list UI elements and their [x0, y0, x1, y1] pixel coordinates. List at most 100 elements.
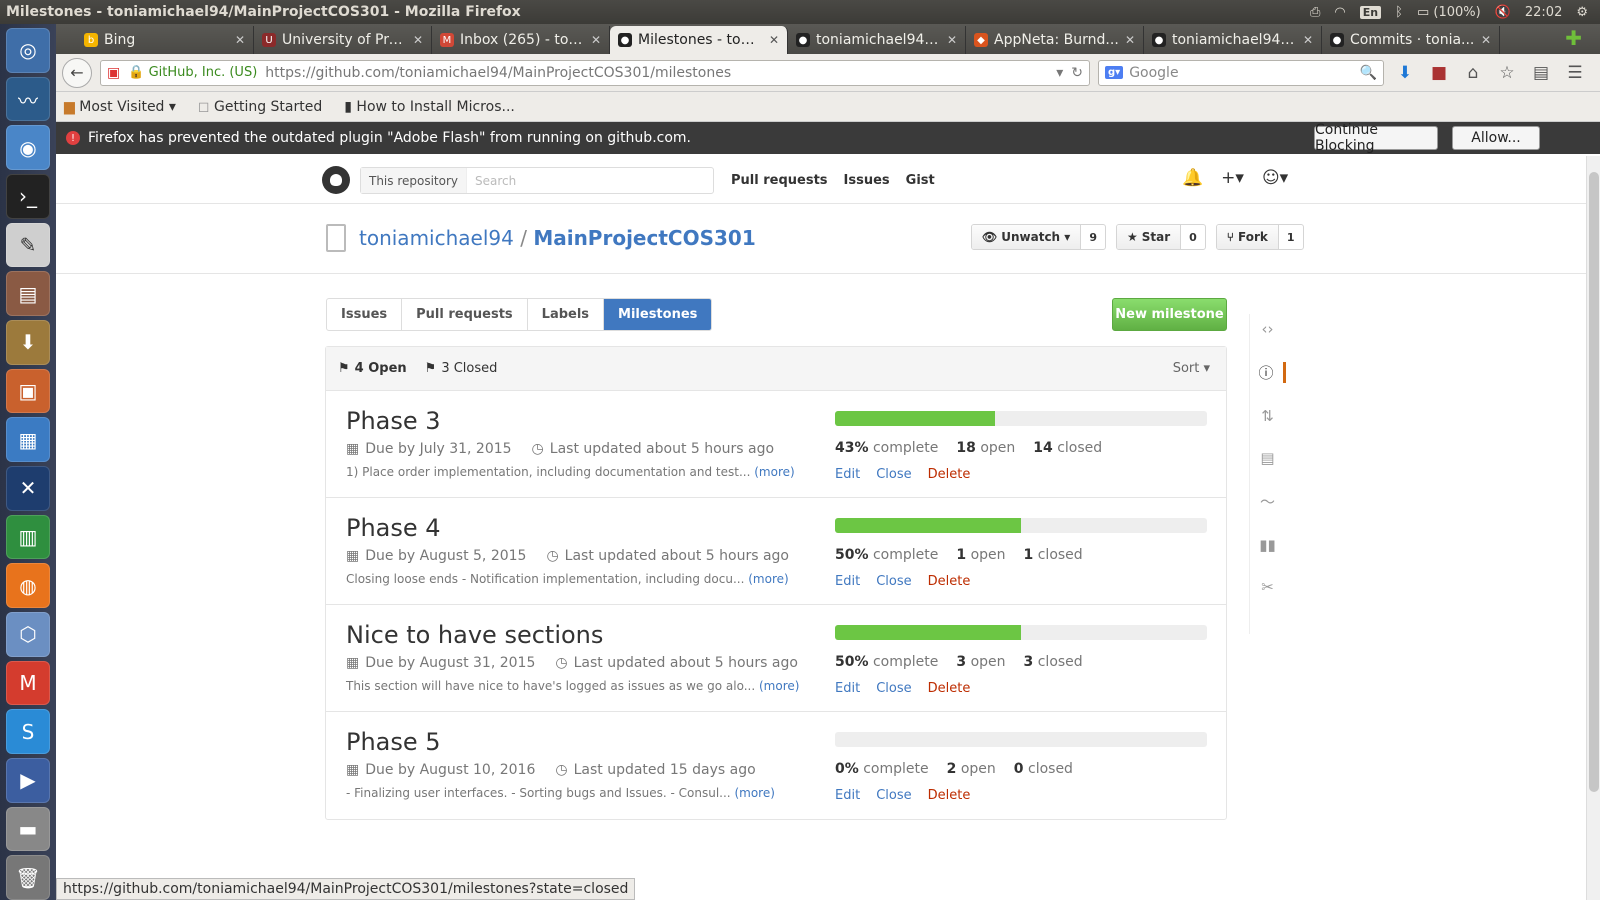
keyboard-layout[interactable]: En — [1359, 5, 1382, 19]
new-milestone-button[interactable]: New milestone — [1112, 298, 1227, 331]
edit-milestone-link[interactable]: Edit — [835, 467, 860, 482]
more-link[interactable]: (more) — [754, 465, 794, 479]
settings-tools-icon[interactable]: ✂ — [1261, 578, 1274, 596]
milestone-title[interactable]: Phase 5 — [346, 728, 441, 756]
tab[interactable]: M Inbox (265) - ton... ✕ — [432, 26, 610, 54]
flash-blocked-icon[interactable]: ▣ — [107, 65, 120, 81]
repo-name-link[interactable]: MainProjectCOS301 — [533, 226, 755, 250]
milestone-title[interactable]: Nice to have sections — [346, 621, 603, 649]
edit-milestone-link[interactable]: Edit — [835, 574, 860, 589]
tab[interactable]: ● Commits · tonia... ✕ — [1322, 26, 1500, 54]
home-icon[interactable]: ⌂ — [1460, 63, 1486, 83]
text-editor-icon[interactable]: ✎ — [6, 222, 50, 268]
terminal-icon[interactable]: ›_ — [6, 174, 50, 219]
close-tab-icon[interactable]: ✕ — [1303, 33, 1313, 47]
star-button[interactable]: ★ Star 0 — [1115, 224, 1206, 250]
close-tab-icon[interactable]: ✕ — [591, 33, 601, 47]
delete-milestone-link[interactable]: Delete — [928, 788, 971, 803]
close-milestone-link[interactable]: Close — [876, 788, 911, 803]
addon-icon[interactable]: ■ — [1426, 63, 1452, 83]
chromium-icon[interactable]: ◉ — [6, 125, 50, 171]
tab[interactable]: ◆ AppNeta: Burnd... ✕ — [966, 26, 1144, 54]
create-new-icon[interactable]: +▾ — [1221, 168, 1244, 188]
reading-list-icon[interactable]: ▤ — [1528, 63, 1554, 83]
continue-blocking-button[interactable]: Continue Blocking — [1314, 122, 1438, 154]
system-monitor-icon[interactable]: 〰 — [6, 76, 50, 122]
close-tab-icon[interactable]: ✕ — [1481, 33, 1491, 47]
back-arrow-icon[interactable]: ← — [62, 57, 92, 88]
edit-milestone-link[interactable]: Edit — [835, 788, 860, 803]
download-icon[interactable]: ⬇ — [1392, 63, 1418, 83]
skype-icon[interactable]: S — [6, 709, 50, 755]
pulse-icon[interactable]: 〜 — [1260, 491, 1275, 512]
allow-plugin-button[interactable]: Allow... — [1452, 126, 1540, 150]
wifi-icon[interactable]: ◠ — [1334, 5, 1345, 20]
closed-filter[interactable]: ⚑ 3 Closed — [425, 361, 498, 376]
remote-desktop-icon[interactable]: ✕ — [6, 466, 50, 511]
fork-button[interactable]: ⑂ Fork 1 — [1215, 224, 1304, 250]
issues-icon[interactable]: ⓘ — [1250, 362, 1286, 383]
star-count[interactable]: 0 — [1180, 225, 1205, 249]
url-dropdown-icon[interactable]: ▾ — [1056, 65, 1063, 81]
edit-milestone-link[interactable]: Edit — [835, 681, 860, 696]
close-tab-icon[interactable]: ✕ — [413, 33, 423, 47]
file-manager-icon[interactable]: ▤ — [6, 271, 50, 317]
wiki-icon[interactable]: ▤ — [1260, 449, 1274, 467]
fork-count[interactable]: 1 — [1277, 225, 1303, 249]
volume-mute-icon[interactable]: 🔇 — [1495, 5, 1511, 20]
closed-issues[interactable]: 14 closed — [1033, 440, 1102, 456]
bluetooth-icon[interactable]: ᛒ — [1395, 5, 1403, 20]
menu-hamburger-icon[interactable]: ☰ — [1562, 63, 1588, 83]
open-issues[interactable]: 1 open — [956, 547, 1005, 563]
tab[interactable]: ● toniamichael94/... ✕ — [1144, 26, 1322, 54]
bookmark-star-icon[interactable]: ☆ — [1494, 63, 1520, 83]
google-engine-icon[interactable]: g▾ — [1105, 66, 1124, 79]
milestone-title[interactable]: Phase 4 — [346, 514, 441, 542]
watch-count[interactable]: 9 — [1080, 225, 1105, 249]
delete-milestone-link[interactable]: Delete — [928, 681, 971, 696]
nav-pull-requests[interactable]: Pull requests — [731, 173, 828, 188]
search-icon[interactable]: 🔍 — [1360, 65, 1377, 81]
search-bar[interactable]: g▾ Google 🔍 — [1098, 59, 1384, 86]
impress-icon[interactable]: ▣ — [6, 368, 50, 414]
pull-request-icon[interactable]: ⇅ — [1261, 407, 1274, 425]
nav-gist[interactable]: Gist — [906, 173, 935, 188]
closed-issues[interactable]: 1 closed — [1024, 547, 1083, 563]
drive-icon[interactable]: ▬ — [6, 806, 50, 852]
url-text[interactable]: https://github.com/toniamichael94/MainPr… — [265, 65, 1048, 81]
site-identity[interactable]: 🔒 GitHub, Inc. (US) — [128, 65, 257, 80]
tab[interactable]: b Bing ✕ — [76, 26, 254, 54]
more-link[interactable]: (more) — [759, 679, 799, 693]
new-tab-icon[interactable]: ✚ — [1565, 26, 1582, 50]
gmail-icon[interactable]: M — [6, 660, 50, 706]
github-logo-icon[interactable] — [322, 166, 350, 194]
search-input[interactable]: Search — [467, 174, 516, 188]
delete-milestone-link[interactable]: Delete — [928, 574, 971, 589]
open-issues[interactable]: 3 open — [956, 654, 1005, 670]
battery-indicator[interactable]: ▭ (100%) — [1417, 5, 1481, 20]
printer-icon[interactable]: ⎙ — [1310, 5, 1320, 20]
closed-issues[interactable]: 3 closed — [1024, 654, 1083, 670]
tab[interactable]: U University of Pre... ✕ — [254, 26, 432, 54]
close-milestone-link[interactable]: Close — [876, 574, 911, 589]
open-filter[interactable]: ⚑ 4 Open — [338, 361, 407, 376]
close-tab-icon[interactable]: ✕ — [947, 33, 957, 47]
search-input[interactable]: Google — [1129, 65, 1353, 81]
page-scrollbar[interactable] — [1586, 156, 1600, 900]
open-issues[interactable]: 2 open — [947, 761, 996, 777]
url-bar[interactable]: ▣ 🔒 GitHub, Inc. (US) https://github.com… — [100, 59, 1090, 86]
more-link[interactable]: (more) — [734, 786, 774, 800]
repo-owner-link[interactable]: toniamichael94 — [359, 226, 514, 250]
close-tab-icon[interactable]: ✕ — [769, 33, 779, 47]
clock[interactable]: 22:02 — [1525, 5, 1562, 20]
unwatch-button[interactable]: 👁 Unwatch ▾ 9 — [971, 224, 1106, 250]
subnav-milestones[interactable]: Milestones — [604, 299, 712, 330]
repo-search[interactable]: This repository Search — [360, 167, 714, 194]
subnav-issues[interactable]: Issues — [327, 299, 403, 330]
more-link[interactable]: (more) — [748, 572, 788, 586]
avatar[interactable]: ☺▾ — [1262, 168, 1288, 188]
close-milestone-link[interactable]: Close — [876, 467, 911, 482]
code-icon[interactable]: ‹› — [1262, 320, 1274, 338]
downloads-folder-icon[interactable]: ⬇ — [6, 320, 50, 365]
reload-icon[interactable]: ↻ — [1071, 65, 1083, 81]
